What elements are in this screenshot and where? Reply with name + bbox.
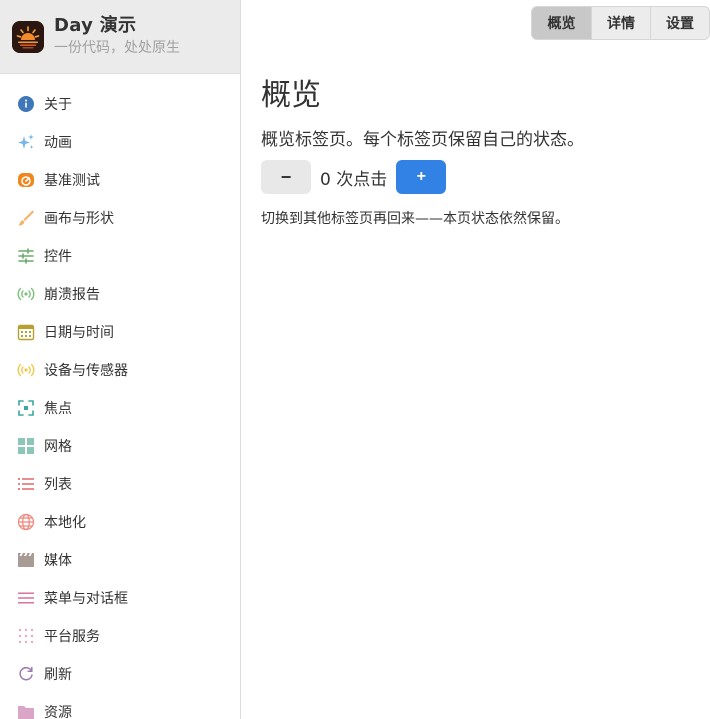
tab-settings[interactable]: 设置 — [650, 7, 709, 39]
app-window: Day 演示 一份代码，处处原生 关于 动画 基准测试 画布与形状 控件 崩溃报… — [0, 0, 710, 719]
state-note: 切换到其他标签页再回来——本页状态依然保留。 — [261, 211, 569, 227]
decrement-button[interactable]: − — [261, 160, 311, 194]
sidebar-item-menus-dialogs[interactable]: 菜单与对话框 — [0, 579, 240, 617]
calendar-icon — [17, 323, 35, 341]
sidebar-item-platform-services[interactable]: 平台服务 — [0, 617, 240, 655]
sidebar-item-refresh[interactable]: 刷新 — [0, 655, 240, 693]
sidebar-item-label: 设备与传感器 — [44, 363, 128, 379]
app-title: Day 演示 — [54, 15, 137, 36]
sidebar-item-resources[interactable]: 资源 — [0, 693, 240, 719]
sidebar: Day 演示 一份代码，处处原生 关于 动画 基准测试 画布与形状 控件 崩溃报… — [0, 0, 241, 719]
sidebar-item-label: 日期与时间 — [44, 325, 114, 341]
sidebar-item-label: 刷新 — [44, 667, 72, 683]
globe-icon — [17, 513, 35, 531]
sidebar-item-animation[interactable]: 动画 — [0, 123, 240, 161]
info-icon — [17, 95, 35, 113]
sidebar-item-date-time[interactable]: 日期与时间 — [0, 313, 240, 351]
sensor-icon — [17, 361, 35, 379]
sidebar-item-label: 崩溃报告 — [44, 287, 100, 303]
page-description: 概览标签页。每个标签页保留自己的状态。 — [261, 130, 584, 150]
sidebar-item-canvas-shapes[interactable]: 画布与形状 — [0, 199, 240, 237]
sidebar-item-about[interactable]: 关于 — [0, 85, 240, 123]
sidebar-item-label: 焦点 — [44, 401, 72, 417]
brush-icon — [17, 209, 35, 227]
sparkles-icon — [17, 133, 35, 151]
click-counter: − 0 次点击 + — [261, 160, 447, 194]
sidebar-header: Day 演示 一份代码，处处原生 — [0, 0, 240, 74]
sidebar-item-label: 控件 — [44, 249, 72, 265]
menu-icon — [17, 589, 35, 607]
grid-icon — [17, 437, 35, 455]
dots-grid-icon — [17, 627, 35, 645]
sidebar-item-grid[interactable]: 网格 — [0, 427, 240, 465]
sidebar-item-benchmark[interactable]: 基准测试 — [0, 161, 240, 199]
tab-bar: 概览 详情 设置 — [531, 6, 710, 40]
increment-button[interactable]: + — [396, 160, 447, 194]
sidebar-nav: 关于 动画 基准测试 画布与形状 控件 崩溃报告 日期与时间 设备与传感器 焦点… — [0, 74, 240, 719]
sidebar-item-controls[interactable]: 控件 — [0, 237, 240, 275]
list-icon — [17, 475, 35, 493]
page-title: 概览 — [261, 78, 321, 113]
folder-icon — [17, 703, 35, 719]
sidebar-item-label: 基准测试 — [44, 173, 100, 189]
sidebar-item-focus[interactable]: 焦点 — [0, 389, 240, 427]
sidebar-item-label: 关于 — [44, 97, 72, 113]
sidebar-item-media[interactable]: 媒体 — [0, 541, 240, 579]
sidebar-item-label: 画布与形状 — [44, 211, 114, 227]
sidebar-item-list[interactable]: 列表 — [0, 465, 240, 503]
main-content: 概览 详情 设置 概览 概览标签页。每个标签页保留自己的状态。 − 0 次点击 … — [241, 0, 710, 719]
app-logo-icon — [12, 20, 44, 53]
sidebar-item-label: 本地化 — [44, 515, 86, 531]
sidebar-item-label: 媒体 — [44, 553, 72, 569]
broadcast-icon — [17, 285, 35, 303]
speedometer-icon — [17, 171, 35, 189]
sidebar-item-device-sensors[interactable]: 设备与传感器 — [0, 351, 240, 389]
tab-details[interactable]: 详情 — [591, 7, 650, 39]
app-subtitle: 一份代码，处处原生 — [54, 40, 180, 56]
focus-icon — [17, 399, 35, 417]
sidebar-item-label: 网格 — [44, 439, 72, 455]
tab-overview[interactable]: 概览 — [532, 7, 591, 39]
sidebar-item-label: 资源 — [44, 705, 72, 719]
clapperboard-icon — [17, 551, 35, 569]
sidebar-item-localization[interactable]: 本地化 — [0, 503, 240, 541]
sidebar-item-label: 动画 — [44, 135, 72, 151]
click-count-label: 0 次点击 — [320, 169, 388, 190]
sliders-icon — [17, 247, 35, 265]
sidebar-item-label: 平台服务 — [44, 629, 100, 645]
sidebar-item-label: 列表 — [44, 477, 72, 493]
sidebar-item-crash-report[interactable]: 崩溃报告 — [0, 275, 240, 313]
refresh-icon — [17, 665, 35, 683]
sidebar-item-label: 菜单与对话框 — [44, 591, 128, 607]
